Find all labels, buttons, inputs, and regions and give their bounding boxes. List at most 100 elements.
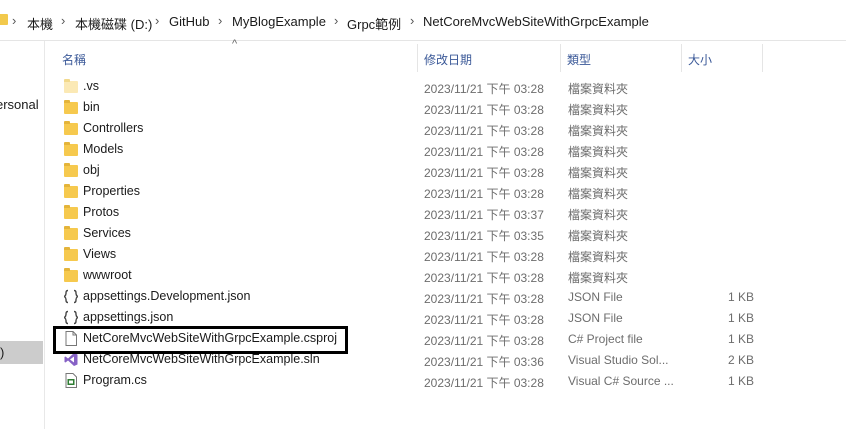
file-date: 2023/11/21 下午 03:35 [424, 229, 544, 243]
file-size: 2 KB [727, 353, 754, 367]
breadcrumb-myblogexample[interactable]: MyBlogExample [232, 14, 326, 29]
file-row[interactable]: appsettings.json 2023/11/21 下午 03:28 JSO… [44, 307, 846, 328]
file-name: Program.cs [83, 373, 147, 387]
folder-icon [64, 205, 78, 219]
file-date: 2023/11/21 下午 03:28 [424, 145, 544, 159]
nav-item-personal[interactable]: ersonal [0, 97, 39, 112]
file-type: JSON File [568, 290, 623, 304]
highlight-annotation-box [53, 326, 348, 354]
file-row[interactable]: Models 2023/11/21 下午 03:28 檔案資料夾 [44, 139, 846, 160]
folder-icon [64, 247, 78, 261]
file-size: 1 KB [727, 311, 754, 325]
json-file-icon [64, 289, 78, 304]
file-row[interactable]: Protos 2023/11/21 下午 03:37 檔案資料夾 [44, 202, 846, 223]
file-date: 2023/11/21 下午 03:28 [424, 334, 544, 348]
chevron-right-icon: › [218, 13, 223, 28]
nav-item-selected[interactable]: ) [0, 341, 43, 364]
file-name: Views [83, 247, 117, 261]
file-row[interactable]: wwwroot 2023/11/21 下午 03:28 檔案資料夾 [44, 265, 846, 286]
chevron-right-icon: › [410, 13, 415, 28]
file-date: 2023/11/21 下午 03:28 [424, 376, 544, 390]
file-name: .vs [83, 79, 99, 93]
folder-icon [64, 121, 78, 135]
file-name: Properties [83, 184, 140, 198]
column-header-name[interactable]: 名稱 [56, 44, 416, 72]
file-type: Visual C# Source ... [568, 374, 674, 388]
file-row[interactable]: bin 2023/11/21 下午 03:28 檔案資料夾 [44, 97, 846, 118]
file-name: obj [83, 163, 100, 177]
file-date: 2023/11/21 下午 03:28 [424, 124, 544, 138]
file-name: Services [83, 226, 131, 240]
file-row[interactable]: Services 2023/11/21 下午 03:35 檔案資料夾 [44, 223, 846, 244]
file-date: 2023/11/21 下午 03:28 [424, 187, 544, 201]
file-type: 檔案資料夾 [568, 187, 629, 201]
file-name: NetCoreMvcWebSiteWithGrpcExample.sln [83, 352, 320, 366]
file-name: Protos [83, 205, 120, 219]
folder-icon [0, 14, 8, 25]
file-row[interactable]: Properties 2023/11/21 下午 03:28 檔案資料夾 [44, 181, 846, 202]
file-name: appsettings.json [83, 310, 174, 324]
folder-icon [64, 226, 78, 240]
file-date: 2023/11/21 下午 03:37 [424, 208, 544, 222]
breadcrumb-local-disk[interactable]: 本機磁碟 (D:) [75, 14, 152, 33]
breadcrumb-github[interactable]: GitHub [169, 14, 209, 29]
file-size: 1 KB [727, 332, 754, 346]
json-file-icon [64, 310, 78, 325]
csharp-file-icon [65, 373, 77, 388]
file-type: 檔案資料夾 [568, 124, 629, 138]
folder-icon [64, 100, 78, 114]
file-row[interactable]: obj 2023/11/21 下午 03:28 檔案資料夾 [44, 160, 846, 181]
column-header-size-label: 大小 [688, 53, 713, 67]
file-row[interactable]: Controllers 2023/11/21 下午 03:28 檔案資料夾 [44, 118, 846, 139]
file-name: appsettings.Development.json [83, 289, 251, 303]
breadcrumb-grpc-example[interactable]: Grpc範例 [347, 14, 401, 33]
column-header-type-label: 類型 [567, 53, 592, 67]
file-type: Visual Studio Sol... [568, 353, 669, 367]
column-header-date[interactable]: 修改日期 [418, 44, 560, 72]
file-date: 2023/11/21 下午 03:28 [424, 250, 544, 264]
file-type: 檔案資料夾 [568, 229, 629, 243]
address-bar[interactable]: › 本機 › 本機磁碟 (D:) › GitHub › MyBlogExampl… [0, 0, 846, 41]
file-date: 2023/11/21 下午 03:28 [424, 166, 544, 180]
file-type: 檔案資料夾 [568, 208, 629, 222]
file-row[interactable]: Program.cs 2023/11/21 下午 03:28 Visual C#… [44, 370, 846, 391]
file-name: Models [83, 142, 124, 156]
folder-hidden-icon [64, 79, 78, 93]
column-header-size[interactable]: 大小 [682, 44, 762, 72]
breadcrumb-current-folder[interactable]: NetCoreMvcWebSiteWithGrpcExample [423, 14, 649, 29]
file-row[interactable]: appsettings.Development.json 2023/11/21 … [44, 286, 846, 307]
chevron-right-icon: › [61, 13, 66, 28]
file-row[interactable]: .vs 2023/11/21 下午 03:28 檔案資料夾 [44, 76, 846, 97]
file-name: Controllers [83, 121, 144, 135]
column-header-type[interactable]: 類型 [561, 44, 681, 72]
file-type: 檔案資料夾 [568, 82, 629, 96]
file-type: C# Project file [568, 332, 643, 346]
file-type: 檔案資料夾 [568, 103, 629, 117]
file-size: 1 KB [727, 374, 754, 388]
file-type: 檔案資料夾 [568, 166, 629, 180]
folder-icon [64, 163, 78, 177]
chevron-right-icon: › [334, 13, 339, 28]
file-type: 檔案資料夾 [568, 271, 629, 285]
file-type: 檔案資料夾 [568, 250, 629, 264]
breadcrumb-this-pc[interactable]: 本機 [27, 14, 53, 33]
folder-icon [64, 268, 78, 282]
file-type: 檔案資料夾 [568, 145, 629, 159]
file-date: 2023/11/21 下午 03:28 [424, 82, 544, 96]
file-size: 1 KB [727, 290, 754, 304]
file-name: bin [83, 100, 100, 114]
folder-icon [64, 142, 78, 156]
file-type: JSON File [568, 311, 623, 325]
file-date: 2023/11/21 下午 03:28 [424, 292, 544, 306]
file-row[interactable]: Views 2023/11/21 下午 03:28 檔案資料夾 [44, 244, 846, 265]
file-name: wwwroot [83, 268, 132, 282]
nav-item-selected-label: ) [0, 345, 5, 360]
chevron-right-icon: › [12, 13, 17, 28]
navigation-pane[interactable]: ersonal ) [0, 41, 45, 429]
column-header-name-label: 名稱 [62, 53, 87, 67]
file-date: 2023/11/21 下午 03:28 [424, 271, 544, 285]
chevron-right-icon: › [155, 13, 160, 28]
column-divider[interactable] [762, 44, 763, 72]
file-date: 2023/11/21 下午 03:28 [424, 313, 544, 327]
column-header-date-label: 修改日期 [424, 53, 473, 67]
